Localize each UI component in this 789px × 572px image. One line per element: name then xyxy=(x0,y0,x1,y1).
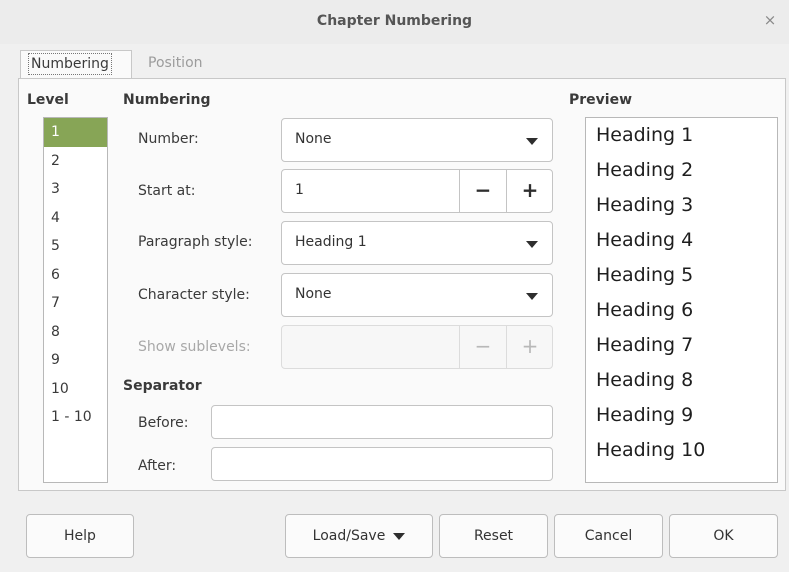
paragraph-style-value: Heading 1 xyxy=(295,234,367,250)
numbering-heading: Numbering xyxy=(123,92,211,108)
character-style-dropdown[interactable]: None xyxy=(281,273,553,317)
level-list[interactable]: 1 2 3 4 5 6 7 8 9 10 1 - 10 xyxy=(43,117,108,483)
level-item-1[interactable]: 1 xyxy=(44,118,107,147)
show-sublevels-label: Show sublevels: xyxy=(138,339,251,355)
level-heading: Level xyxy=(27,92,69,108)
chevron-down-icon xyxy=(526,241,538,248)
tab-position-label: Position xyxy=(148,55,203,71)
cancel-button[interactable]: Cancel xyxy=(554,514,663,558)
level-item-7[interactable]: 7 xyxy=(44,289,107,318)
title-bar: Chapter Numbering × xyxy=(0,0,789,44)
tab-numbering-label: Numbering xyxy=(28,53,112,75)
chevron-down-icon xyxy=(526,138,538,145)
window-title: Chapter Numbering xyxy=(316,13,473,29)
preview-heading-5: Heading 5 xyxy=(596,264,694,286)
help-button[interactable]: Help xyxy=(26,514,134,558)
tab-numbering[interactable]: Numbering xyxy=(20,50,132,79)
level-item-3[interactable]: 3 xyxy=(44,175,107,204)
preview-heading-3: Heading 3 xyxy=(596,194,694,216)
start-at-spinner: 1 − + xyxy=(281,169,553,213)
reset-button[interactable]: Reset xyxy=(439,514,548,558)
start-at-input[interactable]: 1 xyxy=(295,182,304,198)
level-item-9[interactable]: 9 xyxy=(44,346,107,375)
after-input[interactable] xyxy=(211,447,553,481)
preview-heading-7: Heading 7 xyxy=(596,334,694,356)
show-sublevels-spinner: − + xyxy=(281,325,553,369)
tab-position[interactable]: Position xyxy=(138,50,213,79)
sublevels-increment-button: + xyxy=(506,326,553,368)
character-style-label: Character style: xyxy=(138,287,250,303)
preview-heading-1: Heading 1 xyxy=(596,124,694,146)
before-input[interactable] xyxy=(211,405,553,439)
level-item-2[interactable]: 2 xyxy=(44,147,107,176)
preview-heading-9: Heading 9 xyxy=(596,404,694,426)
level-item-5[interactable]: 5 xyxy=(44,232,107,261)
paragraph-style-dropdown[interactable]: Heading 1 xyxy=(281,221,553,265)
level-item-all[interactable]: 1 - 10 xyxy=(44,403,107,432)
level-item-4[interactable]: 4 xyxy=(44,204,107,233)
number-dropdown-value: None xyxy=(295,131,332,147)
chevron-down-icon xyxy=(526,293,538,300)
level-item-10[interactable]: 10 xyxy=(44,375,107,404)
start-at-label: Start at: xyxy=(138,183,196,199)
close-icon[interactable]: × xyxy=(761,11,779,29)
numbering-panel: Level 1 2 3 4 5 6 7 8 9 10 1 - 10 Number… xyxy=(18,78,786,491)
level-item-8[interactable]: 8 xyxy=(44,318,107,347)
separator-heading: Separator xyxy=(123,378,202,394)
preview-heading: Preview xyxy=(569,92,633,108)
level-item-6[interactable]: 6 xyxy=(44,261,107,290)
paragraph-style-label: Paragraph style: xyxy=(138,234,253,250)
chevron-down-icon xyxy=(393,532,406,540)
load-save-label: Load/Save xyxy=(312,528,386,544)
preview-heading-2: Heading 2 xyxy=(596,159,694,181)
start-at-increment-button[interactable]: + xyxy=(506,170,553,212)
preview-heading-4: Heading 4 xyxy=(596,229,694,251)
load-save-button[interactable]: Load/Save xyxy=(285,514,433,558)
after-label: After: xyxy=(138,458,177,474)
ok-button[interactable]: OK xyxy=(669,514,778,558)
number-dropdown[interactable]: None xyxy=(281,118,553,162)
before-label: Before: xyxy=(138,415,189,431)
preview-heading-10: Heading 10 xyxy=(596,439,706,461)
preview-pane: Heading 1 Heading 2 Heading 3 Heading 4 … xyxy=(585,117,778,483)
number-label: Number: xyxy=(138,131,199,147)
start-at-decrement-button[interactable]: − xyxy=(459,170,506,212)
character-style-value: None xyxy=(295,286,332,302)
preview-heading-6: Heading 6 xyxy=(596,299,694,321)
preview-heading-8: Heading 8 xyxy=(596,369,694,391)
sublevels-decrement-button: − xyxy=(459,326,506,368)
